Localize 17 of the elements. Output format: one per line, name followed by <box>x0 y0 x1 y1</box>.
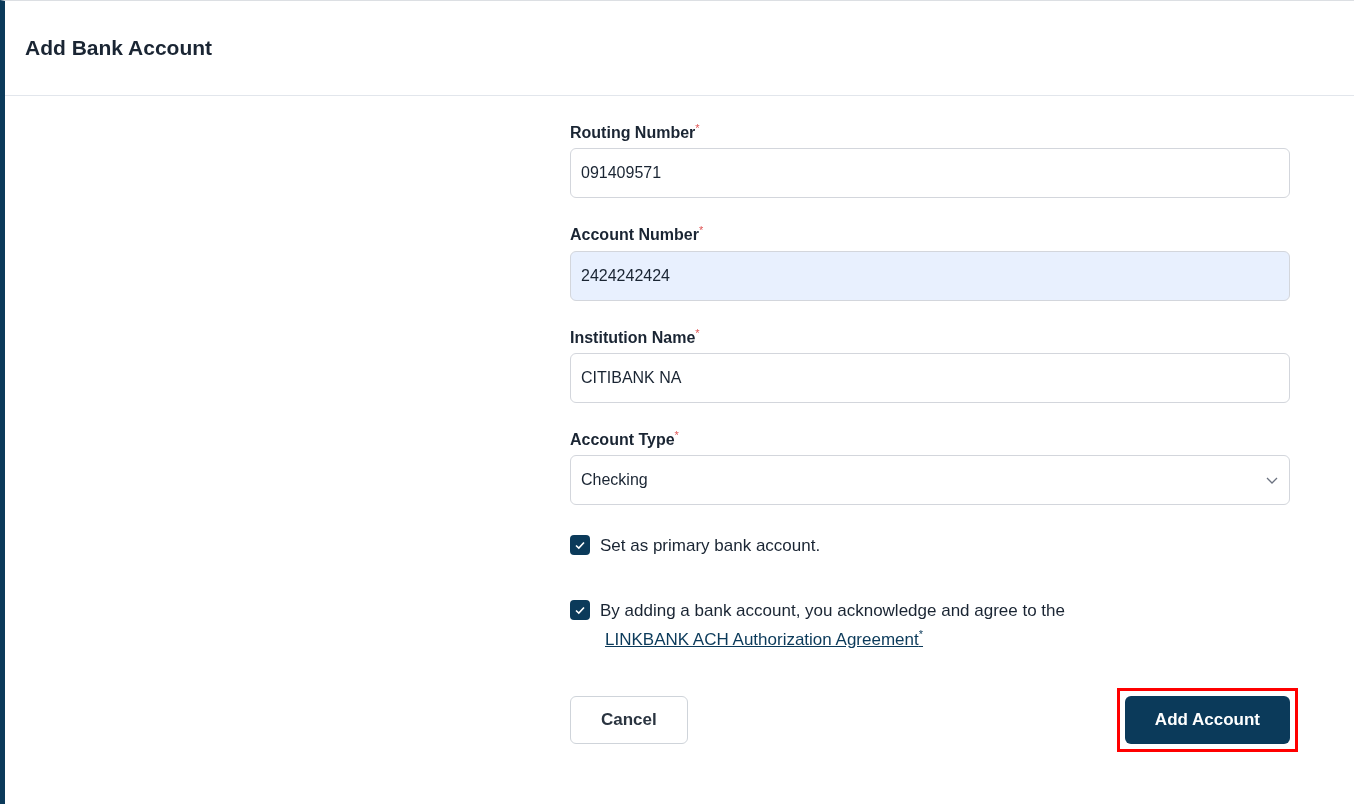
agreement-link[interactable]: LINKBANK ACH Authorization Agreement$^{*}$ <box>605 630 923 650</box>
field-label: Account Type$^{*}$ <box>570 429 679 450</box>
field-label: Routing Number$^{*}$ <box>570 122 700 143</box>
checkbox-label: Set as primary bank account. <box>600 535 821 558</box>
input-field[interactable]: 2424242424 <box>570 250 1290 301</box>
cancel-button[interactable]: Cancel <box>570 696 688 745</box>
dialog-title: Add Bank Account <box>25 36 213 60</box>
add-account-button[interactable]: Add Account <box>1124 696 1290 745</box>
agreement-text: By adding a bank account, you acknowledge and agree to the LINKBANK ACH Authorization Agreement$^{*}$ <box>600 600 1065 652</box>
input-field[interactable]: CITIBANK NA <box>570 353 1290 403</box>
checkbox[interactable] <box>570 535 590 556</box>
input-field[interactable]: 091409571 <box>570 148 1290 199</box>
select-value: Checking <box>581 471 648 490</box>
checkbox[interactable] <box>570 600 590 621</box>
select-field[interactable]: Checking <box>570 455 1290 506</box>
field-label: Account Number$^{*}$ <box>570 224 704 245</box>
field-label: Institution Name$^{*}$ <box>570 326 700 347</box>
